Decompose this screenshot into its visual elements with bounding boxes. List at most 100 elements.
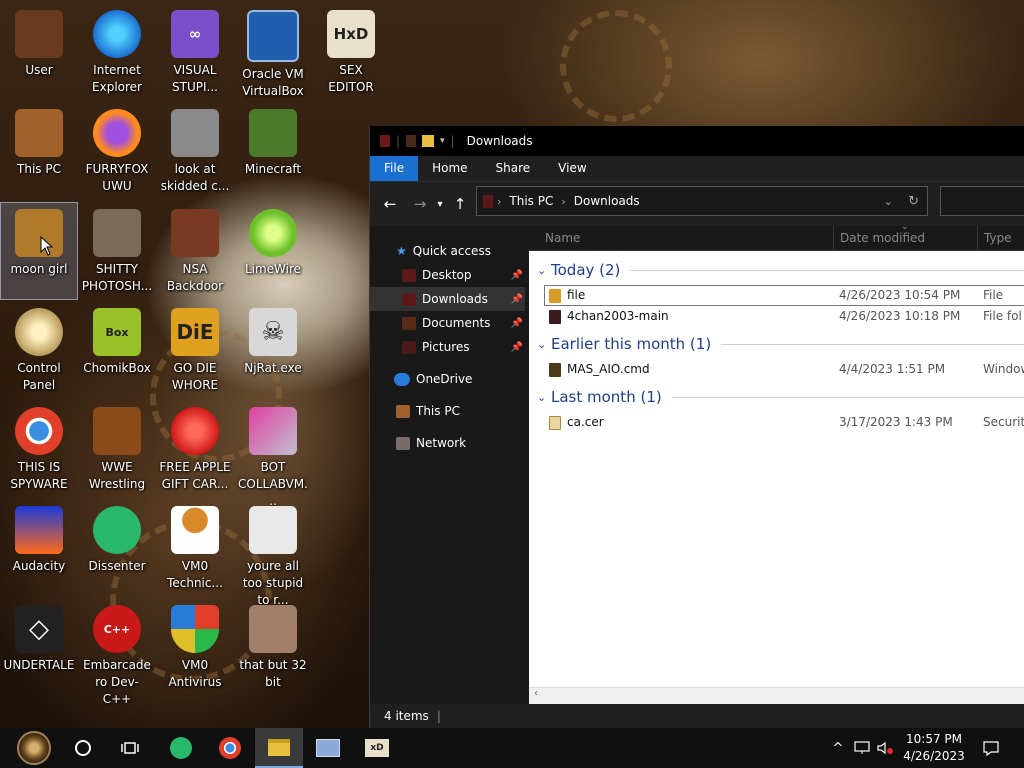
- nsa-icon: [171, 209, 219, 257]
- new-folder-icon[interactable]: [422, 135, 435, 147]
- tab-file[interactable]: File: [370, 156, 419, 181]
- properties-icon[interactable]: [406, 135, 417, 147]
- address-dropdown-icon[interactable]: ⌄: [884, 195, 893, 208]
- tab-view[interactable]: View: [544, 156, 600, 181]
- desktop-icon-njrat[interactable]: ☠ NjRat.exe: [235, 302, 311, 398]
- desktop-icon-vm0-antivirus[interactable]: VM0 Antivirus: [157, 599, 233, 695]
- desktop-icon-visual-studio[interactable]: ∞ VISUAL STUPI...: [157, 4, 233, 100]
- file-explorer-window[interactable]: | ▾ | Downloads File Home Share View ← →…: [369, 126, 1024, 728]
- desktop-icon-this-pc[interactable]: This PC: [1, 103, 77, 199]
- breadcrumb-separator[interactable]: ›: [561, 195, 565, 208]
- lightbulb-icon: [15, 308, 63, 356]
- volume-tray-button[interactable]: [874, 728, 896, 768]
- horizontal-scrollbar[interactable]: ‹: [529, 687, 1024, 704]
- column-headers: Name Date modified ⌄ Type: [529, 222, 1024, 251]
- nav-quick-access[interactable]: ★ Quick access: [370, 239, 525, 263]
- chrome-icon: [15, 407, 63, 455]
- taskbar-file-explorer[interactable]: [255, 728, 303, 768]
- group-header-last-month[interactable]: ⌄ Last month (1): [529, 385, 1024, 409]
- taskbar-clock[interactable]: 10:57 PM 4/26/2023: [898, 731, 970, 765]
- computer-icon: [396, 404, 410, 418]
- back-icon[interactable]: ←: [378, 195, 402, 213]
- file-row[interactable]: file 4/26/2023 10:54 PM File: [544, 285, 1024, 306]
- recent-locations-icon[interactable]: ▾: [432, 199, 448, 210]
- qat-dropdown-icon[interactable]: ▾: [440, 136, 445, 146]
- breadcrumb-this-pc[interactable]: This PC: [509, 194, 553, 208]
- desktop-icon-bot-collabvm[interactable]: BOT COLLABVM...: [235, 401, 311, 508]
- forward-icon[interactable]: →: [408, 195, 432, 213]
- desktop-icon-minecraft[interactable]: Minecraft: [235, 103, 311, 199]
- file-row[interactable]: 4chan2003-main 4/26/2023 10:18 PM File f…: [529, 306, 1024, 327]
- collapse-chevron-icon[interactable]: ⌄: [537, 391, 547, 404]
- nav-item-pictures[interactable]: Pictures 📌: [370, 335, 525, 359]
- desktop-icon-go-die[interactable]: DiE GO DIE WHORE: [157, 302, 233, 398]
- nav-item-downloads[interactable]: Downloads 📌: [370, 287, 525, 311]
- desktop-icon-chrome[interactable]: THIS IS SPYWARE: [1, 401, 77, 497]
- start-button[interactable]: [10, 728, 58, 768]
- desktop-icon-control-panel[interactable]: Control Panel: [1, 302, 77, 398]
- nav-this-pc[interactable]: This PC: [370, 399, 525, 423]
- desktop-icon-dissenter[interactable]: Dissenter: [79, 500, 155, 596]
- desktop-icon-undertale[interactable]: ◇ UNDERTALE: [1, 599, 77, 695]
- nav-item-documents[interactable]: Documents 📌: [370, 311, 525, 335]
- file-list: Name Date modified ⌄ Type ⌄ Today (2) fi…: [529, 222, 1024, 704]
- desktop-icon-audacity[interactable]: Audacity: [1, 500, 77, 596]
- scroll-left-icon[interactable]: ‹: [534, 688, 538, 699]
- tab-home[interactable]: Home: [418, 156, 481, 181]
- desktop-icon-nsa-backdoor[interactable]: NSA Backdoor: [157, 203, 233, 299]
- technician-icon: [171, 506, 219, 554]
- desktop-icon-wwe[interactable]: WWE Wrestling: [79, 401, 155, 497]
- file-row[interactable]: ca.cer 3/17/2023 1:43 PM Securit: [529, 412, 1024, 433]
- address-bar[interactable]: › This PC › Downloads ⌄ ↻: [476, 186, 928, 216]
- desktop-icon-skidded[interactable]: look at skidded c...: [157, 103, 233, 199]
- show-hidden-icons-button[interactable]: ^: [829, 728, 847, 768]
- item-count: 4 items: [384, 709, 429, 723]
- nav-item-desktop[interactable]: Desktop 📌: [370, 263, 525, 287]
- desktop-icon-firefox[interactable]: FURRYFOX UWU: [79, 103, 155, 199]
- collapse-chevron-icon[interactable]: ⌄: [537, 264, 547, 277]
- desktop-icon-internet-explorer[interactable]: Internet Explorer: [79, 4, 155, 100]
- desktop-icon-gimp[interactable]: SHITTY PHOTOSH...: [79, 203, 155, 299]
- desktop-icon-moon-girl[interactable]: moon girl: [0, 202, 78, 300]
- refresh-icon[interactable]: ↻: [908, 194, 919, 209]
- tab-share[interactable]: Share: [482, 156, 545, 181]
- desktop-icon-chomikbox[interactable]: Box ChomikBox: [79, 302, 155, 398]
- taskbar-dissenter[interactable]: [157, 728, 205, 768]
- navigation-pane: ★ Quick access Desktop 📌 Downloads 📌 Doc…: [370, 226, 528, 704]
- task-view-icon: [121, 742, 139, 754]
- desktop-icon-32bit[interactable]: that but 32 bit: [235, 599, 311, 695]
- search-box[interactable]: [940, 186, 1024, 216]
- column-date-modified[interactable]: Date modified: [834, 226, 925, 250]
- search-button[interactable]: [59, 728, 107, 768]
- window-titlebar[interactable]: | ▾ | Downloads: [370, 126, 1024, 156]
- desktop-icon-hxd[interactable]: HxD SEX EDITOR: [313, 4, 389, 100]
- location-icon: [483, 194, 493, 208]
- desktop-icon-vm0-technician[interactable]: VM0 Technic...: [157, 500, 233, 596]
- desktop-icon-apple-gift[interactable]: FREE APPLE GIFT CAR...: [157, 401, 233, 497]
- taskbar-keyboard[interactable]: [304, 728, 352, 768]
- breadcrumb-downloads[interactable]: Downloads: [574, 194, 640, 208]
- notifications-button[interactable]: [976, 728, 1006, 768]
- up-icon[interactable]: ↑: [448, 195, 472, 213]
- desktop-icon-stupid[interactable]: youre all too stupid to r...: [235, 500, 311, 607]
- cortana-icon: [75, 740, 91, 756]
- desktop-icon-user[interactable]: User: [1, 4, 77, 100]
- collapse-chevron-icon[interactable]: ⌄: [537, 338, 547, 351]
- group-header-today[interactable]: ⌄ Today (2): [529, 258, 1024, 282]
- column-name[interactable]: Name: [539, 226, 580, 250]
- taskbar-hxd[interactable]: xD: [353, 728, 401, 768]
- column-type[interactable]: Type: [978, 226, 1012, 250]
- taskbar-chrome[interactable]: [206, 728, 254, 768]
- nav-onedrive[interactable]: OneDrive: [370, 367, 525, 391]
- desktop-icon-virtualbox[interactable]: Oracle VM VirtualBox: [235, 4, 311, 100]
- nav-network[interactable]: Network: [370, 431, 525, 455]
- file-row[interactable]: MAS_AIO.cmd 4/4/2023 1:51 PM Window: [529, 359, 1024, 380]
- desktop-icon-limewire[interactable]: LimeWire: [235, 203, 311, 299]
- desktop-icon-devcpp[interactable]: C++ Embarcadero Dev-C++: [79, 599, 155, 706]
- network-tray-button[interactable]: [851, 728, 873, 768]
- chomikbox-icon: Box: [93, 308, 141, 356]
- group-header-earlier-this-month[interactable]: ⌄ Earlier this month (1): [529, 332, 1024, 356]
- desktop-folder-icon: [402, 268, 416, 282]
- audacity-icon: [15, 506, 63, 554]
- task-view-button[interactable]: [106, 728, 154, 768]
